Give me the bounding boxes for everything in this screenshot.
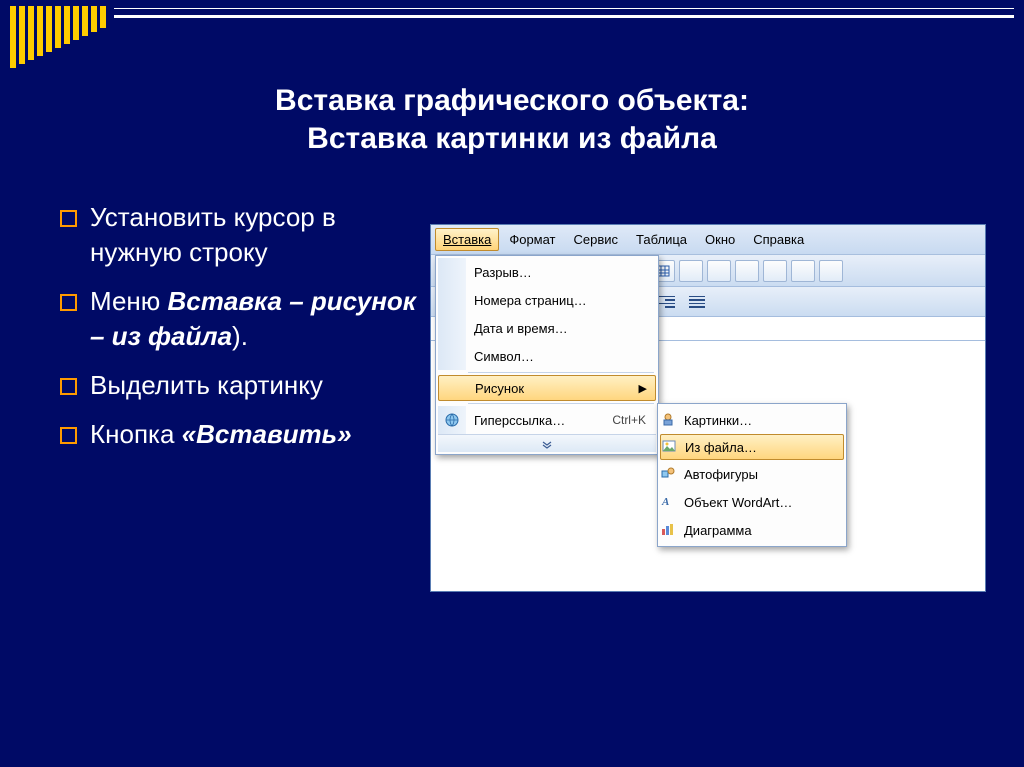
toolbar-button[interactable] [679, 260, 703, 282]
title-line-2: Вставка картинки из файла [0, 120, 1024, 158]
wordart-icon: A [660, 493, 676, 512]
toolbar-button[interactable] [763, 260, 787, 282]
blank-icon [438, 258, 466, 286]
toolbar-button[interactable] [735, 260, 759, 282]
menu-item-hyperlink[interactable]: Гиперссылка… Ctrl+K [438, 406, 656, 434]
header-lines [106, 6, 1014, 18]
blank-icon [438, 286, 466, 314]
toolbar-button[interactable] [819, 260, 843, 282]
blank-icon [438, 342, 466, 370]
slide-title: Вставка графического объекта: Вставка ка… [0, 82, 1024, 157]
menu-item-date-time[interactable]: Дата и время… [438, 314, 656, 342]
submenu-item-wordart[interactable]: A Объект WordArt… [660, 488, 844, 516]
menu-item-picture[interactable]: Рисунок ▶ [438, 375, 656, 401]
menu-insert[interactable]: Вставка [435, 228, 499, 251]
insert-dropdown: Разрыв… Номера страниц… Дата и время… Си… [435, 255, 659, 455]
blank-icon [438, 314, 466, 342]
menubar: Вставка Формат Сервис Таблица Окно Справ… [431, 225, 985, 255]
menu-separator [468, 372, 654, 373]
bullet-1: Установить курсор в нужную строку [60, 200, 420, 270]
chart-icon [660, 521, 676, 540]
align-justify-button[interactable] [685, 291, 709, 313]
toolbar-button[interactable] [707, 260, 731, 282]
submenu-item-from-file[interactable]: Из файла… [660, 434, 844, 460]
submenu-item-autoshapes[interactable]: Автофигуры [660, 460, 844, 488]
clipart-icon [660, 411, 676, 430]
bullet-3: Выделить картинку [60, 368, 420, 403]
menu-expand-button[interactable] [438, 434, 656, 452]
hyperlink-icon [438, 406, 466, 434]
menu-help[interactable]: Справка [745, 228, 812, 251]
menu-separator [468, 403, 654, 404]
bullet-4: Кнопка «Вставить» [60, 417, 420, 452]
menu-format[interactable]: Формат [501, 228, 563, 251]
picture-submenu: Картинки… Из файла… Автофигуры A Объект … [657, 403, 847, 547]
menu-item-page-numbers[interactable]: Номера страниц… [438, 286, 656, 314]
autoshapes-icon [660, 465, 676, 484]
svg-text:A: A [661, 496, 669, 508]
word-screenshot: Вставка Формат Сервис Таблица Окно Справ… [430, 224, 986, 592]
menu-table[interactable]: Таблица [628, 228, 695, 251]
menu-service[interactable]: Сервис [566, 228, 627, 251]
submenu-arrow-icon: ▶ [639, 382, 655, 395]
blank-icon [439, 376, 467, 400]
from-file-icon [661, 438, 677, 457]
submenu-item-chart[interactable]: Диаграмма [660, 516, 844, 544]
bullet-2: Меню Вставка – рисунок – из файла). [60, 284, 420, 354]
menu-item-break[interactable]: Разрыв… [438, 258, 656, 286]
submenu-item-clipart[interactable]: Картинки… [660, 406, 844, 434]
toolbar-button[interactable] [791, 260, 815, 282]
menu-item-symbol[interactable]: Символ… [438, 342, 656, 370]
slide-header-decoration [10, 6, 1014, 68]
bullet-list: Установить курсор в нужную строку Меню В… [60, 200, 420, 467]
decorative-bars [10, 6, 106, 68]
menu-window[interactable]: Окно [697, 228, 743, 251]
title-line-1: Вставка графического объекта: [0, 82, 1024, 120]
